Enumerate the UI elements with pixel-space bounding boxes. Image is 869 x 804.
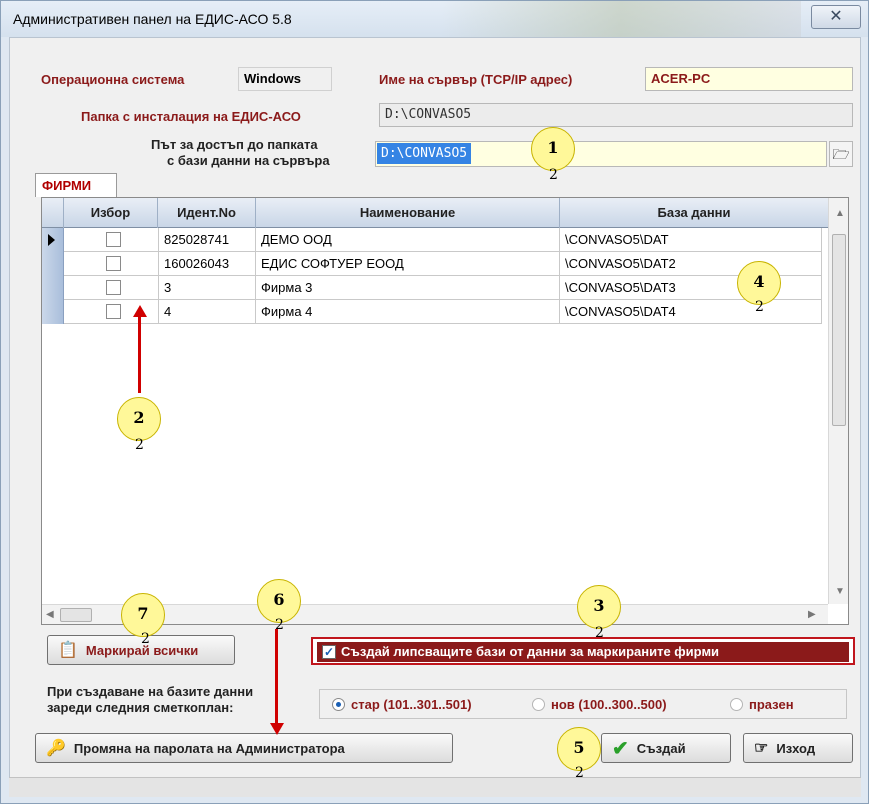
row-indicator <box>42 252 64 276</box>
cell-database: \CONVASO5\DAT <box>560 228 822 252</box>
folder-open-icon: 🗁 <box>832 146 850 162</box>
annotation-sub-5: 2 <box>575 765 584 781</box>
annotation-badge-2: 2 <box>117 397 161 441</box>
chart-of-accounts-label-2: зареди следния сметкоплан: <box>47 700 234 715</box>
vertical-scrollbar[interactable]: ▲ ▼ <box>828 198 848 604</box>
db-path-selected-text: D:\CONVASO5 <box>377 143 472 164</box>
annotation-sub-2: 2 <box>135 437 144 453</box>
radio-unselected-icon <box>730 698 743 711</box>
table-row[interactable]: 3 Фирма 3 \CONVASO5\DAT3 <box>42 276 822 300</box>
cell-database: \CONVASO5\DAT4 <box>560 300 822 324</box>
checkmark-icon: ✔ <box>612 737 629 760</box>
cell-name: ДЕМО ООД <box>256 228 560 252</box>
cell-id: 3 <box>158 276 256 300</box>
change-password-button[interactable]: 🔑 Промяна на паролата на Администратора <box>35 733 453 763</box>
radio-old[interactable]: стар (101..301..501) <box>332 697 472 712</box>
annotation-sub-6: 2 <box>275 617 284 633</box>
annotation-arrowhead-down <box>270 723 284 735</box>
annotation-sub-7: 2 <box>141 631 150 647</box>
os-value: Windows <box>238 67 332 91</box>
annotation-sub-1: 2 <box>549 167 558 183</box>
cell-database: \CONVASO5\DAT2 <box>560 252 822 276</box>
change-password-label: Промяна на паролата на Администратора <box>73 740 345 756</box>
radio-empty[interactable]: празен <box>730 697 794 712</box>
annotation-sub-4: 2 <box>755 299 764 315</box>
create-missing-bar: ✓ Създай липсващите бази от данни за мар… <box>317 642 849 662</box>
create-missing-option[interactable]: ✓ Създай липсващите бази от данни за мар… <box>311 637 855 665</box>
checklist-icon: 📋 <box>58 642 78 659</box>
db-path-label-2: с бази данни на сървъра <box>167 153 330 168</box>
pointing-hand-icon: ☞ <box>754 740 769 757</box>
create-label: Създай <box>636 740 686 756</box>
cell-name: ЕДИС СОФТУЕР ЕООД <box>256 252 560 276</box>
column-header-database[interactable]: База данни <box>560 198 828 228</box>
os-label: Операционна система <box>41 72 185 87</box>
title-bar: Административен панел на ЕДИС-АСО 5.8 ✕ <box>1 1 868 37</box>
radio-selected-icon <box>332 698 345 711</box>
radio-unselected-icon <box>532 698 545 711</box>
scroll-left-icon[interactable]: ◀ <box>46 609 54 620</box>
exit-button[interactable]: ☞ Изход <box>743 733 853 763</box>
chart-of-accounts-group: стар (101..301..501) нов (100..300..500)… <box>319 689 847 719</box>
background-blur <box>441 1 801 37</box>
horizontal-scroll-thumb[interactable] <box>60 608 92 622</box>
row-checkbox[interactable] <box>106 256 121 271</box>
create-missing-label: Създай липсващите бази от данни за марки… <box>341 644 720 659</box>
cell-name: Фирма 3 <box>256 276 560 300</box>
row-checkbox[interactable] <box>106 232 121 247</box>
header-indicator <box>42 198 64 228</box>
admin-panel-window: Административен панел на ЕДИС-АСО 5.8 ✕ … <box>0 0 869 804</box>
row-indicator <box>42 228 64 252</box>
scroll-up-icon[interactable]: ▲ <box>835 208 845 219</box>
radio-new-label: нов (100..300..500) <box>551 697 667 712</box>
radio-new[interactable]: нов (100..300..500) <box>532 697 667 712</box>
row-indicator <box>42 300 64 324</box>
scroll-down-icon[interactable]: ▼ <box>835 586 845 597</box>
column-header-name[interactable]: Наименование <box>256 198 560 228</box>
row-checkbox[interactable] <box>106 280 121 295</box>
scroll-right-icon[interactable]: ▶ <box>808 609 816 620</box>
column-header-select[interactable]: Избор <box>64 198 158 228</box>
grid-header: Избор Идент.No Наименование База данни <box>42 198 828 228</box>
exit-label: Изход <box>776 740 816 756</box>
create-missing-checkbox[interactable]: ✓ <box>322 645 336 659</box>
table-row[interactable]: 4 Фирма 4 \CONVASO5\DAT4 <box>42 300 822 324</box>
server-field[interactable]: ACER-PC <box>645 67 853 91</box>
annotation-badge-1: 1 <box>531 127 575 171</box>
close-button[interactable]: ✕ <box>811 5 861 29</box>
window-title: Административен панел на ЕДИС-АСО 5.8 <box>13 11 292 27</box>
db-path-label-1: Път за достъп до папката <box>151 137 318 152</box>
status-bar <box>9 777 861 797</box>
chart-of-accounts-label-1: При създаване на базите данни <box>47 684 254 699</box>
browse-button[interactable]: 🗁 <box>829 141 853 167</box>
column-header-id[interactable]: Идент.No <box>158 198 256 228</box>
row-indicator <box>42 276 64 300</box>
annotation-arrow-down <box>275 629 278 725</box>
server-label: Име на сървър (TCP/IP адрес) <box>379 72 573 87</box>
cell-name: Фирма 4 <box>256 300 560 324</box>
annotation-arrow-up <box>138 317 141 393</box>
key-icon: 🔑 <box>46 740 66 757</box>
table-row[interactable]: 160026043 ЕДИС СОФТУЕР ЕООД \CONVASO5\DA… <box>42 252 822 276</box>
annotation-arrowhead-up <box>133 305 147 317</box>
cell-id: 4 <box>158 300 256 324</box>
create-button[interactable]: ✔ Създай <box>601 733 731 763</box>
annotation-sub-3: 2 <box>595 625 604 641</box>
row-checkbox[interactable] <box>106 304 121 319</box>
install-folder-label: Папка с инсталация на ЕДИС-АСО <box>81 109 301 124</box>
radio-old-label: стар (101..301..501) <box>351 697 472 712</box>
db-path-field[interactable]: D:\CONVASO5 <box>375 141 827 167</box>
install-folder-field: D:\CONVASO5 <box>379 103 853 127</box>
cell-id: 825028741 <box>158 228 256 252</box>
radio-empty-label: празен <box>749 697 794 712</box>
cell-id: 160026043 <box>158 252 256 276</box>
cell-database: \CONVASO5\DAT3 <box>560 276 822 300</box>
tab-firms[interactable]: ФИРМИ <box>35 173 117 197</box>
firms-grid: Избор Идент.No Наименование База данни 8… <box>41 197 849 625</box>
annotation-badge-3: 3 <box>577 585 621 629</box>
vertical-scroll-thumb[interactable] <box>832 234 846 426</box>
table-row[interactable]: 825028741 ДЕМО ООД \CONVASO5\DAT <box>42 228 822 252</box>
